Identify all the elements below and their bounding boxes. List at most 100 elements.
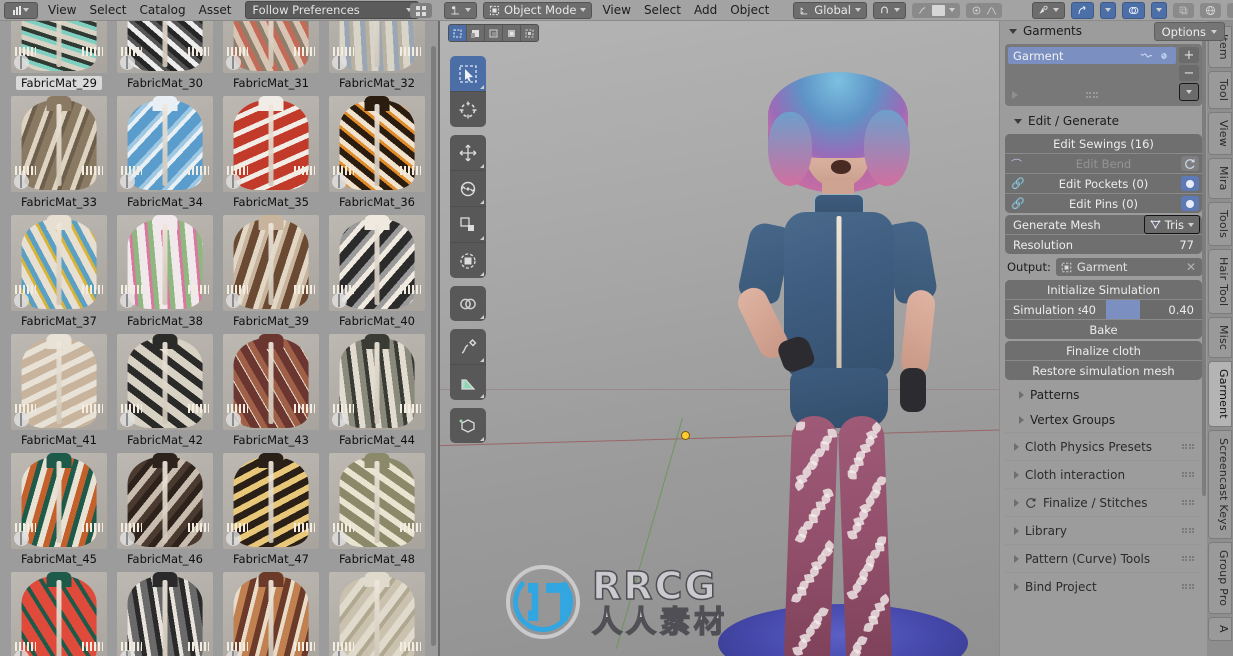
menu-select[interactable]: Select	[644, 3, 681, 17]
asset-item[interactable]: FabricMat_45	[6, 452, 112, 571]
asset-item[interactable]: FabricMat_51	[218, 571, 324, 656]
tool-cursor-icon[interactable]	[450, 92, 486, 127]
asset-grid-area[interactable]: FabricMat_29 FabricMat_30 FabricMat_31 Fabr…	[0, 20, 440, 656]
close-icon[interactable]: ✕	[1186, 260, 1196, 274]
menu-select[interactable]: Select	[89, 0, 126, 20]
xray-toggle[interactable]	[1172, 2, 1194, 18]
initialize-simulation-button[interactable]: Initialize Simulation	[1005, 280, 1202, 300]
bake-button[interactable]: Bake	[1005, 320, 1202, 339]
restore-simulation-mesh-button[interactable]: Restore simulation mesh	[1005, 361, 1202, 380]
tool-annotate-icon[interactable]	[450, 329, 486, 365]
asset-item[interactable]: FabricMat_37	[6, 214, 112, 333]
shading-wireframe-button[interactable]	[1199, 2, 1221, 18]
menu-catalog[interactable]: Catalog	[140, 0, 186, 20]
tab-misc[interactable]: Misc	[1208, 316, 1232, 359]
resolution-row[interactable]: Resolution 77	[1005, 235, 1202, 254]
object-visibility-selector[interactable]	[1031, 1, 1065, 19]
options-button[interactable]: Options	[1153, 22, 1225, 41]
snap-toggle[interactable]	[872, 1, 906, 19]
transform-orientation-selector[interactable]: Global	[793, 1, 867, 19]
tab-tool[interactable]: Tool	[1208, 70, 1232, 110]
tool-measure-icon[interactable]	[450, 365, 486, 400]
asset-item[interactable]: FabricMat_40	[324, 214, 430, 333]
shading-solid-button[interactable]	[1226, 2, 1233, 18]
tool-move-icon[interactable]	[450, 135, 486, 171]
menu-add[interactable]: Add	[694, 3, 717, 17]
asset-item[interactable]: FabricMat_36	[324, 95, 430, 214]
tab-screencast-keys[interactable]: Screencast Keys	[1208, 429, 1232, 539]
asset-item[interactable]: FabricMat_52	[324, 571, 430, 656]
tool-add-cube-icon[interactable]	[450, 408, 486, 443]
asset-item[interactable]: FabricMat_50	[112, 571, 218, 656]
menu-view[interactable]: View	[602, 3, 630, 17]
tab-hair-tool[interactable]: Hair Tool	[1208, 248, 1232, 314]
asset-item[interactable]: FabricMat_42	[112, 333, 218, 452]
object-mode-selector[interactable]: Object Mode	[483, 1, 593, 19]
asset-item[interactable]: FabricMat_49	[6, 571, 112, 656]
3d-cursor-icon[interactable]	[681, 431, 690, 440]
asset-item[interactable]: FabricMat_31	[218, 20, 324, 95]
resize-grip-icon[interactable]	[1085, 92, 1099, 98]
tool-transform-icon[interactable]	[450, 243, 486, 278]
menu-view[interactable]: View	[48, 0, 76, 20]
select-mode-extend[interactable]	[467, 25, 485, 41]
asset-item[interactable]: FabricMat_32	[324, 20, 430, 95]
edit-pins-button[interactable]: 🔗 Edit Pins (0)	[1005, 194, 1202, 213]
mesh-type-dropdown[interactable]: Tris	[1143, 215, 1200, 234]
simulation-steps-row[interactable]: Simulation st... 40 0.40	[1005, 300, 1202, 320]
garment-list-item[interactable]: Garment	[1008, 47, 1176, 64]
select-mode-group[interactable]	[448, 24, 539, 42]
patterns-section[interactable]: Patterns	[1005, 382, 1202, 407]
menu-object[interactable]: Object	[730, 3, 769, 17]
tab-tools[interactable]: Tools	[1208, 201, 1232, 246]
asset-browser-icon[interactable]	[4, 1, 38, 19]
select-mode-subtract[interactable]	[485, 25, 503, 41]
overlays-dropdown[interactable]	[1150, 1, 1167, 19]
asset-item[interactable]: FabricMat_35	[218, 95, 324, 214]
collapsed-panel-library[interactable]: Library	[1005, 516, 1202, 544]
grid-view-icon[interactable]	[410, 3, 432, 18]
garments-specials-dropdown[interactable]	[1179, 83, 1199, 101]
overlays-toggle[interactable]	[1121, 1, 1145, 19]
garments-list-footer[interactable]	[1008, 87, 1176, 103]
tool-scale-icon[interactable]	[450, 207, 486, 243]
refresh-icon[interactable]	[1181, 156, 1199, 171]
falloff-group[interactable]	[965, 2, 1002, 18]
collapsed-panel-finalize-stitches[interactable]: Finalize / Stitches	[1005, 488, 1202, 516]
asset-item[interactable]: FabricMat_44	[324, 333, 430, 452]
asset-item[interactable]: FabricMat_29	[6, 20, 112, 95]
asset-item[interactable]: FabricMat_41	[6, 333, 112, 452]
edit-pockets-button[interactable]: 🔗 Edit Pockets (0)	[1005, 174, 1202, 194]
add-garment-button[interactable]: +	[1179, 47, 1199, 63]
asset-scrollbar[interactable]	[431, 46, 436, 646]
finalize-cloth-button[interactable]: Finalize cloth	[1005, 341, 1202, 361]
asset-item[interactable]: FabricMat_33	[6, 95, 112, 214]
edit-sewings-button[interactable]: Edit Sewings (16)	[1005, 134, 1202, 154]
output-object-field[interactable]: Garment ✕	[1055, 258, 1202, 276]
asset-item[interactable]: FabricMat_47	[218, 452, 324, 571]
expand-icon[interactable]	[1012, 91, 1018, 99]
proportional-editing-group[interactable]	[911, 2, 960, 18]
asset-item[interactable]: FabricMat_46	[112, 452, 218, 571]
asset-item[interactable]: FabricMat_48	[324, 452, 430, 571]
tool-shear-icon[interactable]	[450, 286, 486, 321]
tool-tweak-select-box-icon[interactable]	[450, 56, 486, 92]
tab-a[interactable]: A	[1208, 616, 1232, 641]
simulation-substeps-slider[interactable]: 0.40	[1106, 300, 1202, 319]
collapsed-panel-pattern-curve-tools[interactable]: Pattern (Curve) Tools	[1005, 544, 1202, 572]
falloff-swatch[interactable]	[931, 4, 945, 16]
asset-library-selector[interactable]: Follow Preferences	[245, 1, 420, 19]
tab-mira[interactable]: Mira	[1208, 157, 1232, 199]
tab-garment[interactable]: Garment	[1208, 361, 1232, 427]
select-mode-invert[interactable]	[503, 25, 521, 41]
asset-item[interactable]: FabricMat_38	[112, 214, 218, 333]
cloth-icon[interactable]	[1140, 51, 1153, 60]
asset-item[interactable]: FabricMat_34	[112, 95, 218, 214]
gizmo-dropdown[interactable]	[1099, 1, 1116, 19]
tab-group-pro[interactable]: Group Pro	[1208, 541, 1232, 614]
select-mode-set[interactable]	[449, 25, 467, 41]
edit-bend-button[interactable]: ⌒ Edit Bend	[1005, 154, 1202, 174]
n-panel-scrollbar[interactable]	[1202, 26, 1206, 496]
gizmo-toggle[interactable]	[1070, 1, 1094, 19]
edit-pockets-toggle[interactable]	[1181, 176, 1199, 191]
